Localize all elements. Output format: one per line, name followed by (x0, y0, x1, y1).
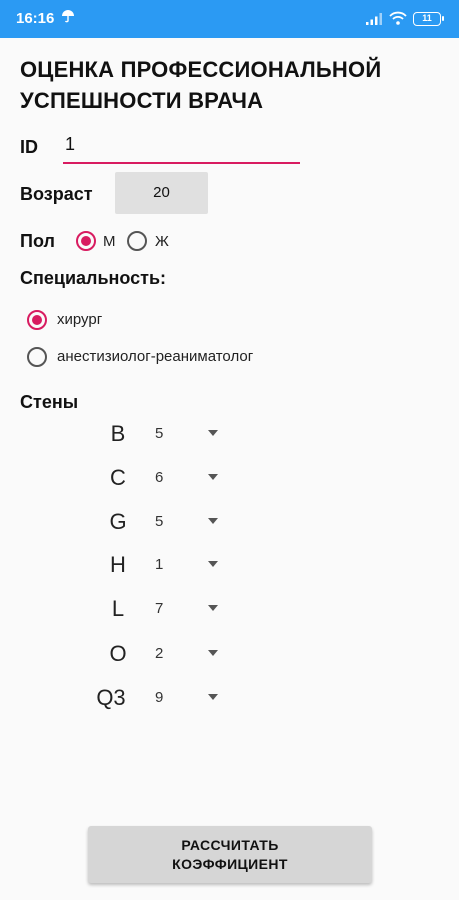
age-input[interactable]: 20 (115, 172, 208, 214)
scale-label: B (110, 421, 126, 446)
scale-label: G (109, 509, 127, 534)
status-bar: 16:16 11 (0, 0, 459, 38)
status-time: 16:16 (16, 10, 55, 27)
specialty-anesthesiologist-radio[interactable] (27, 347, 47, 367)
sten-select-value[interactable]: 7 (155, 600, 163, 617)
gender-female-radio[interactable] (127, 231, 147, 251)
wifi-icon (389, 11, 407, 25)
specialty-anesthesiologist-label[interactable]: анестизиолог-реаниматолог (57, 348, 253, 365)
gender-female-label[interactable]: Ж (155, 233, 169, 250)
scale-label: Q3 (96, 685, 126, 710)
specialty-surgeon-label[interactable]: хирург (57, 311, 102, 328)
gender-male-radio[interactable] (76, 231, 96, 251)
sten-select-value[interactable]: 9 (155, 689, 163, 706)
battery-icon: 11 (413, 12, 444, 26)
specialty-label: Специальность: (20, 268, 167, 288)
dropdown-arrow-icon[interactable] (208, 430, 218, 436)
signal-icon (366, 13, 382, 25)
umbrella-icon (62, 10, 74, 23)
dropdown-arrow-icon[interactable] (208, 694, 218, 700)
age-label: Возраст (20, 184, 93, 204)
dropdown-arrow-icon[interactable] (208, 561, 218, 567)
scale-label: C (110, 465, 126, 490)
sten-select-value[interactable]: 6 (155, 469, 163, 486)
scale-label: H (110, 552, 126, 577)
sten-select-value[interactable]: 5 (155, 425, 163, 442)
scale-label: O (109, 641, 127, 666)
gender-male-label[interactable]: М (103, 233, 116, 250)
sten-select-value[interactable]: 5 (155, 513, 163, 530)
dropdown-arrow-icon[interactable] (208, 605, 218, 611)
page-title: ОЦЕНКА ПРОФЕССИОНАЛЬНОЙ УСПЕШНОСТИ ВРАЧА (20, 57, 382, 113)
calculate-button[interactable]: РАССЧИТАТЬ КОЭФФИЦИЕНТ (88, 826, 372, 883)
id-label: ID (20, 137, 38, 157)
stens-label: Стены (20, 392, 79, 412)
dropdown-arrow-icon[interactable] (208, 474, 218, 480)
specialty-surgeon-radio[interactable] (27, 310, 47, 330)
gender-label: Пол (20, 231, 55, 251)
sten-select-value[interactable]: 1 (155, 556, 163, 573)
sten-select-value[interactable]: 2 (155, 645, 163, 662)
dropdown-arrow-icon[interactable] (208, 650, 218, 656)
scale-label: L (111, 596, 125, 621)
id-input[interactable] (63, 130, 300, 164)
dropdown-arrow-icon[interactable] (208, 518, 218, 524)
